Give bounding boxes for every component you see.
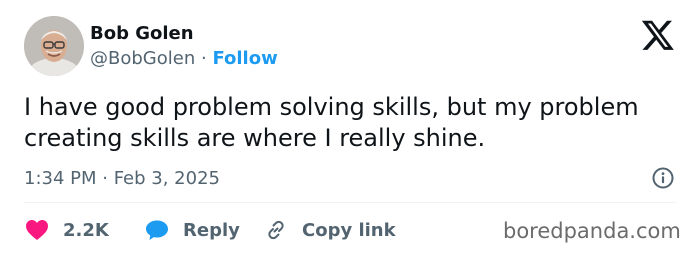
- copy-link-button[interactable]: Copy link: [264, 217, 396, 243]
- follow-button[interactable]: Follow: [212, 48, 277, 69]
- author-handle[interactable]: @BobGolen: [90, 48, 195, 69]
- link-icon: [268, 220, 284, 240]
- info-icon[interactable]: [651, 166, 675, 190]
- like-button[interactable]: 2.2K: [25, 217, 109, 243]
- watermark: boredpanda.com: [503, 219, 681, 243]
- heart-icon: [26, 220, 48, 240]
- tweet-text: I have good problem solving skills, but …: [24, 93, 639, 152]
- author-display-name[interactable]: Bob Golen: [90, 22, 194, 46]
- reply-label: Reply: [183, 219, 240, 241]
- handle-separator: ·: [200, 48, 207, 69]
- tweet-card: Bob Golen @BobGolen · Follow I have good…: [0, 0, 700, 256]
- copy-link-label: Copy link: [302, 219, 396, 241]
- tweet-timestamp[interactable]: 1:34 PM · Feb 3, 2025: [24, 167, 220, 191]
- likes-count: 2.2K: [63, 219, 109, 241]
- avatar[interactable]: [24, 16, 84, 76]
- author-handle-row: @BobGolen · Follow: [90, 47, 278, 71]
- divider: [24, 202, 676, 203]
- avatar-image: [24, 16, 84, 76]
- speech-bubble-icon: [146, 220, 168, 240]
- reply-button[interactable]: Reply: [145, 217, 240, 243]
- x-logo-icon[interactable]: [640, 20, 676, 52]
